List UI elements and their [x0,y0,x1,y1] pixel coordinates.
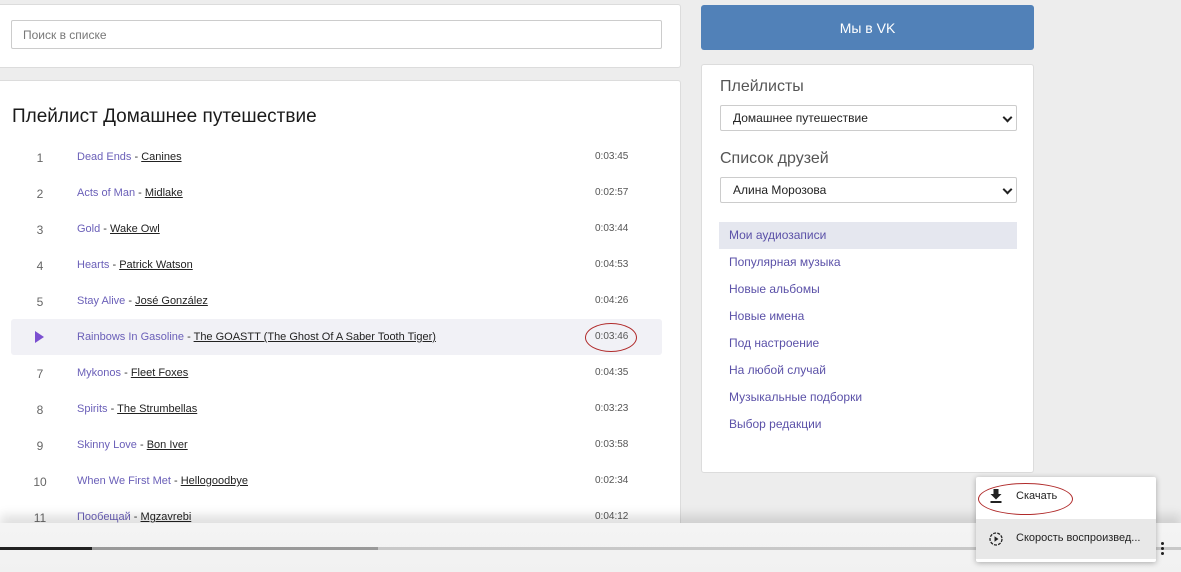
sidebar-item-editors-choice[interactable]: Выбор редакции [719,411,1017,438]
playback-speed-icon [989,532,1003,546]
track-duration: 0:03:58 [595,439,629,450]
sidebar-item-collections[interactable]: Музыкальные подборки [719,384,1017,411]
track-list: 1 Dead Ends - Canines 0:03:45 2 Acts of … [11,139,662,535]
context-menu: Скачать Скорость воспроизвед... [976,477,1156,562]
track-number: 8 [36,403,44,417]
track-separator: - [121,367,131,379]
track-separator: - [109,259,120,271]
track-separator: - [131,151,142,163]
sidebar-item-any-occasion[interactable]: На любой случай [719,357,1017,384]
playlists-heading: Плейлисты [720,78,804,95]
vk-button[interactable]: Мы в VK [701,5,1034,50]
track-row[interactable]: 1 Dead Ends - Canines 0:03:45 [11,139,662,175]
track-title[interactable]: Stay Alive [77,295,125,307]
track-number: 4 [36,259,44,273]
sidebar-item-new-names[interactable]: Новые имена [719,303,1017,330]
track-title[interactable]: Skinny Love [77,439,137,451]
track-number: 5 [36,295,44,309]
friend-select-value: Алина Морозова [733,183,827,197]
track-number: 7 [36,367,44,381]
more-vertical-icon[interactable] [1158,542,1166,556]
track-number: 3 [36,223,44,237]
sidebar-item-popular[interactable]: Популярная музыка [719,249,1017,276]
sidebar-item-mood[interactable]: Под настроение [719,330,1017,357]
track-separator: - [107,403,118,415]
track-artist[interactable]: The GOASTT (The Ghost Of A Saber Tooth T… [194,331,436,343]
track-duration: 0:04:26 [595,295,629,306]
track-separator: - [135,187,145,199]
track-title[interactable]: When We First Met [77,475,171,487]
track-separator: - [130,511,141,523]
menu-item-label: Скорость воспроизвед... [1016,532,1141,544]
search-panel [0,4,681,68]
track-artist[interactable]: Midlake [145,187,183,199]
track-row[interactable]: 7 Mykonos - Fleet Foxes 0:04:35 [11,355,662,391]
track-row[interactable]: 5 Stay Alive - José González 0:04:26 [11,283,662,319]
track-artist[interactable]: José González [135,295,208,307]
track-duration: 0:03:44 [595,223,629,234]
track-separator: - [136,439,147,451]
play-icon[interactable] [35,331,44,343]
chevron-down-icon [1002,184,1013,195]
track-duration: 0:03:45 [595,151,629,162]
sidebar-item-my-audio[interactable]: Мои аудиозаписи [719,222,1017,249]
track-title[interactable]: Пообещай [77,511,131,523]
playlist-panel: Плейлист Домашнее путешествие 1 Dead End… [0,80,681,540]
track-artist[interactable]: The Strumbellas [117,403,197,415]
playlist-select[interactable]: Домашнее путешествие [720,105,1017,131]
menu-item-playback-speed[interactable]: Скорость воспроизвед... [976,519,1156,559]
sidebar-nav: Мои аудиозаписи Популярная музыка Новые … [719,222,1017,438]
track-number: 1 [36,151,44,165]
track-duration: 0:04:53 [595,259,629,270]
track-artist[interactable]: Hellogoodbye [181,475,248,487]
friend-select[interactable]: Алина Морозова [720,177,1017,203]
track-row[interactable]: 10 When We First Met - Hellogoodbye 0:02… [11,463,662,499]
track-number: 10 [33,475,47,489]
track-number: 9 [36,439,44,453]
sidebar-item-new-albums[interactable]: Новые альбомы [719,276,1017,303]
friends-heading: Список друзей [720,150,829,167]
track-artist[interactable]: Canines [141,151,181,163]
track-artist[interactable]: Bon Iver [147,439,188,451]
track-title[interactable]: Hearts [77,259,109,271]
track-row-active[interactable]: Rainbows In Gasoline - The GOASTT (The G… [11,319,662,355]
track-artist[interactable]: Mgzavrebi [141,511,192,523]
track-duration: 0:04:35 [595,367,629,378]
track-row[interactable]: 2 Acts of Man - Midlake 0:02:57 [11,175,662,211]
track-row[interactable]: 4 Hearts - Patrick Watson 0:04:53 [11,247,662,283]
track-duration: 0:03:23 [595,403,629,414]
track-separator: - [125,295,136,307]
search-input[interactable] [11,20,662,49]
track-number: 2 [36,187,44,201]
track-row[interactable]: 9 Skinny Love - Bon Iver 0:03:58 [11,427,662,463]
track-title[interactable]: Mykonos [77,367,121,379]
track-duration: 0:02:34 [595,475,629,486]
track-row[interactable]: 8 Spirits - The Strumbellas 0:03:23 [11,391,662,427]
track-duration: 0:02:57 [595,187,629,198]
track-artist[interactable]: Patrick Watson [119,259,193,271]
progress-fill [0,547,93,550]
menu-item-download[interactable]: Скачать [976,477,1156,517]
sidebar-panel: Плейлисты Домашнее путешествие Список др… [701,64,1034,473]
track-title[interactable]: Gold [77,223,100,235]
track-row[interactable]: 3 Gold - Wake Owl 0:03:44 [11,211,662,247]
track-title[interactable]: Dead Ends [77,151,131,163]
playlist-title: Плейлист Домашнее путешествие [12,106,317,127]
track-artist[interactable]: Fleet Foxes [131,367,188,379]
track-separator: - [170,475,181,487]
track-title[interactable]: Rainbows In Gasoline [77,331,184,343]
track-duration: 0:04:12 [595,511,629,522]
track-title[interactable]: Acts of Man [77,187,135,199]
track-artist[interactable]: Wake Owl [110,223,160,235]
track-separator: - [100,223,111,235]
annotation-circle [585,323,637,352]
playlist-select-value: Домашнее путешествие [733,111,868,125]
track-separator: - [184,331,194,343]
annotation-circle [978,483,1073,515]
chevron-down-icon [1002,112,1013,123]
track-title[interactable]: Spirits [77,403,108,415]
